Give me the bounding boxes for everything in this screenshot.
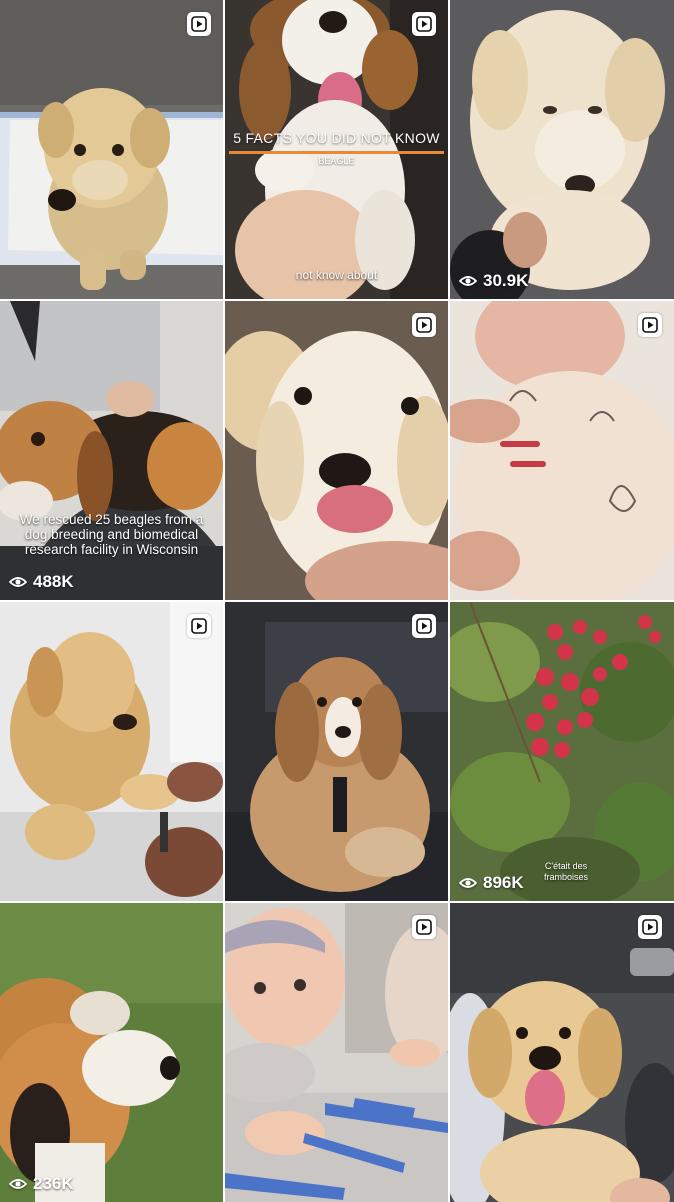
reel-thumbnail — [450, 903, 674, 1202]
reel-tile[interactable] — [0, 0, 223, 299]
reel-tile[interactable]: 30.9K — [450, 0, 674, 299]
reel-tile[interactable]: We rescued 25 beagles from a dog breedin… — [0, 301, 223, 600]
overlay-subtitle: BEAGLE — [318, 156, 355, 166]
reel-thumbnail — [225, 301, 448, 600]
title-underline — [229, 151, 444, 154]
view-count-label: 896K — [483, 873, 524, 892]
overlay-caption: not know about — [295, 268, 378, 282]
view-count-label: 488K — [33, 572, 74, 591]
reel-tile[interactable] — [450, 301, 674, 600]
play-reel-icon — [412, 614, 436, 638]
view-count: 488K — [9, 572, 74, 592]
reel-thumbnail — [0, 0, 223, 299]
reel-tile[interactable] — [0, 602, 223, 901]
reel-tile[interactable]: 5 FACTS YOU DID NOT KNOW BEAGLE not know… — [225, 0, 448, 299]
view-count: 896K — [459, 873, 524, 893]
reel-thumbnail — [225, 903, 448, 1202]
play-reel-icon — [412, 12, 436, 36]
view-count: 30.9K — [459, 271, 528, 291]
play-reel-icon — [412, 313, 436, 337]
eye-icon — [459, 276, 477, 286]
reel-thumbnail — [0, 602, 223, 901]
reels-grid: 5 FACTS YOU DID NOT KNOW BEAGLE not know… — [0, 0, 674, 1202]
reel-thumbnail — [450, 0, 674, 299]
reel-tile[interactable] — [225, 301, 448, 600]
reel-tile[interactable] — [225, 903, 448, 1202]
view-count: 236K — [9, 1174, 74, 1194]
reel-thumbnail — [450, 301, 674, 600]
reel-tile[interactable]: C'était des framboises 896K — [450, 602, 674, 901]
reel-thumbnail — [225, 602, 448, 901]
eye-icon — [459, 878, 477, 888]
reel-tile[interactable]: 236K — [0, 903, 223, 1202]
play-reel-icon — [638, 313, 662, 337]
reel-thumbnail — [0, 903, 223, 1202]
eye-icon — [9, 577, 27, 587]
play-reel-icon — [638, 915, 662, 939]
overlay-title: 5 FACTS YOU DID NOT KNOW — [233, 130, 440, 146]
play-reel-icon — [187, 12, 211, 36]
play-reel-icon — [187, 614, 211, 638]
reel-tile[interactable] — [225, 602, 448, 901]
view-count-label: 236K — [33, 1174, 74, 1193]
overlay-caption: C'était des framboises — [543, 861, 588, 882]
overlay-caption: We rescued 25 beagles from a dog breedin… — [19, 512, 204, 557]
view-count-label: 30.9K — [483, 271, 529, 290]
reel-thumbnail — [225, 0, 448, 299]
play-reel-icon — [412, 915, 436, 939]
reel-thumbnail — [450, 602, 674, 901]
reel-tile[interactable] — [450, 903, 674, 1202]
eye-icon — [9, 1179, 27, 1189]
